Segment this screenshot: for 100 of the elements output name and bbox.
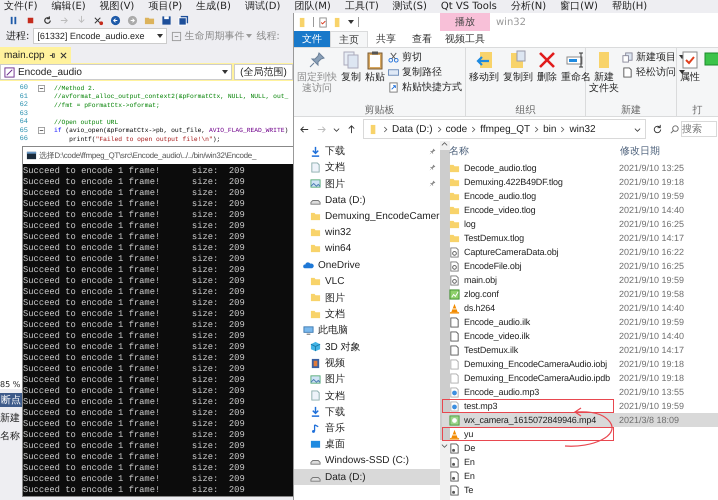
back-icon[interactable] — [110, 14, 121, 26]
ribbon-tab[interactable]: 查看 — [404, 31, 440, 47]
search-field[interactable]: 搜索 — [681, 121, 717, 137]
nav-item[interactable]: 文档 — [294, 159, 440, 176]
breadcrumb[interactable]: bin — [543, 124, 556, 134]
file-row[interactable]: log 2021/9/10 16:25 — [442, 217, 718, 231]
menu-item[interactable]: 工具(T) — [344, 0, 379, 13]
chevron-down-icon[interactable] — [333, 126, 340, 132]
move-to-button[interactable]: 移动到 — [468, 50, 500, 103]
file-row[interactable]: En — [442, 469, 718, 483]
address-bar[interactable]: Data (D:) code ffmpeg_QT bin win32 — [363, 119, 646, 139]
file-row[interactable]: main.obj 2021/9/10 19:59 — [442, 273, 718, 287]
menu-item[interactable]: 视图(V) — [100, 0, 134, 13]
pin-icon[interactable] — [48, 52, 56, 58]
save-all-icon[interactable] — [178, 14, 189, 26]
breadcrumb[interactable]: code — [446, 124, 468, 134]
menu-item[interactable]: 帮助(H) — [612, 0, 648, 13]
nav-item[interactable]: 文档 — [294, 387, 440, 404]
scrollbar[interactable] — [440, 141, 450, 500]
copy-button[interactable]: 复制 — [340, 50, 362, 103]
file-row[interactable]: Demuxing.422B49DF.tlog 2021/9/10 19:18 — [442, 175, 718, 189]
process-dropdown[interactable]: [61332] Encode_audio.exe — [33, 28, 168, 44]
nav-item[interactable]: win32 — [294, 224, 440, 241]
restart-icon[interactable] — [42, 14, 53, 26]
file-row[interactable]: Te — [442, 483, 718, 497]
file-row[interactable]: ds.h264 2021/9/10 14:40 — [442, 301, 718, 315]
breadcrumb[interactable]: ffmpeg_QT — [480, 124, 530, 134]
file-row[interactable]: Encode_video.tlog 2021/9/10 14:40 — [442, 203, 718, 217]
paste-button[interactable]: 粘贴 — [364, 50, 386, 103]
menu-item[interactable]: 团队(M) — [294, 0, 331, 13]
file-row[interactable]: Demuxing_EncodeCameraAudio.ipdb 2021/9/10 19:18 — [442, 371, 718, 385]
properties-check-icon[interactable] — [318, 16, 329, 28]
copy-to-button[interactable]: 复制到 — [502, 50, 534, 103]
file-row[interactable]: TestDemux.ilk 2021/9/10 14:17 — [442, 343, 718, 357]
menu-item[interactable]: 调试(D) — [244, 0, 280, 13]
nav-item[interactable]: 视频 — [294, 354, 440, 372]
global-scope-dropdown[interactable]: (全局范围) — [234, 64, 293, 80]
ribbon-tab[interactable]: 共享 — [368, 31, 404, 47]
nav-item[interactable]: 音乐 — [294, 420, 440, 436]
delete-button[interactable]: 删除 — [536, 50, 558, 103]
new-folder-button[interactable]: 新建 文件夹 — [588, 50, 620, 103]
collapse-icon[interactable] — [38, 84, 44, 92]
refresh-icon[interactable] — [652, 124, 663, 134]
column-header[interactable]: 修改日期 — [620, 144, 660, 158]
paste-shortcut-button[interactable]: 粘贴快捷方式 — [388, 80, 462, 94]
nav-item[interactable]: Data (D:) — [294, 468, 440, 486]
file-menu-tab[interactable]: 文件 — [294, 31, 330, 47]
save-icon[interactable] — [161, 14, 172, 26]
caret-icon[interactable] — [348, 20, 354, 24]
new-button[interactable]: 新建 — [0, 411, 22, 425]
menu-item[interactable]: 生成(B) — [196, 0, 231, 13]
file-row[interactable]: EncodeFile.obj 2021/9/10 16:25 — [442, 259, 718, 273]
nav-item[interactable]: 文档 — [294, 306, 440, 322]
breakpoint-icon[interactable] — [93, 14, 104, 26]
column-header[interactable]: 名称 — [442, 144, 620, 158]
menu-item[interactable]: Qt VS Tools — [440, 0, 497, 13]
breadcrumb[interactable]: win32 — [569, 124, 596, 134]
nav-item[interactable]: 下载 — [294, 143, 440, 160]
menu-item[interactable]: 窗口(W) — [560, 0, 598, 13]
file-row[interactable]: Encode_audio.mp3 2021/9/10 13:55 — [442, 385, 718, 399]
nav-item[interactable]: Data (D:) — [294, 192, 440, 208]
menu-item[interactable]: 文件(F) — [4, 0, 38, 13]
ribbon-tab[interactable]: 主页 — [330, 31, 368, 47]
menu-item[interactable]: 编辑(E) — [52, 0, 86, 13]
menu-item[interactable]: 分析(N) — [510, 0, 546, 13]
nav-item[interactable]: VLC — [294, 273, 440, 290]
nav-item[interactable]: 图片 — [294, 176, 440, 192]
nav-item[interactable]: 图片 — [294, 371, 440, 388]
document-tab[interactable]: main.cpp — [0, 47, 71, 63]
menu-item[interactable]: 测试(S) — [392, 0, 427, 13]
file-row[interactable]: Encode_audio.ilk 2021/9/10 19:59 — [442, 315, 718, 329]
file-row[interactable]: TestDemux.tlog 2021/9/10 14:17 — [442, 231, 718, 245]
file-row[interactable]: De — [442, 441, 718, 455]
breakpoints-tab[interactable]: 断点 — [0, 393, 22, 407]
zoom-level[interactable]: 85 % — [0, 380, 22, 389]
file-row[interactable]: Decode_audio.tlog 2021/9/10 13:25 — [442, 161, 718, 175]
pause-icon[interactable] — [8, 14, 19, 26]
nav-item[interactable]: 桌面 — [294, 436, 440, 453]
scroll-up-icon[interactable] — [441, 141, 448, 148]
file-row[interactable]: wx_camera_1615072849946.mp4 2021/3/8 18:09 — [442, 413, 718, 427]
collapse-icon[interactable] — [38, 127, 44, 134]
nav-item[interactable]: 此电脑 — [294, 322, 440, 339]
nav-item[interactable]: 3D 对象 — [294, 338, 440, 355]
file-row[interactable]: Encode_audio.tlog 2021/9/10 19:59 — [442, 189, 718, 203]
close-icon[interactable] — [60, 52, 67, 58]
nav-item[interactable]: win64 — [294, 240, 440, 258]
scope-dropdown[interactable]: Encode_audio — [0, 64, 232, 80]
file-row[interactable]: CaptureCameraData.obj 2021/9/10 16:22 — [442, 245, 718, 259]
back-arrow-icon[interactable] — [299, 124, 310, 134]
up-arrow-icon[interactable] — [346, 124, 357, 134]
nav-item[interactable]: OneDrive — [294, 257, 440, 274]
nav-item[interactable]: Demuxing_EncodeCamer — [294, 208, 440, 224]
scroll-down-icon[interactable] — [441, 442, 448, 449]
cut-button[interactable]: 剪切 — [388, 50, 462, 64]
file-row[interactable]: Encode_video.ilk 2021/9/10 14:40 — [442, 329, 718, 343]
chevron-down-icon[interactable] — [634, 126, 641, 132]
copy-path-button[interactable]: 复制路径 — [388, 65, 462, 79]
file-row[interactable]: zlog.conf 2021/9/10 19:58 — [442, 287, 718, 301]
file-row[interactable]: En — [442, 455, 718, 469]
menu-item[interactable]: 项目(P) — [148, 0, 182, 13]
